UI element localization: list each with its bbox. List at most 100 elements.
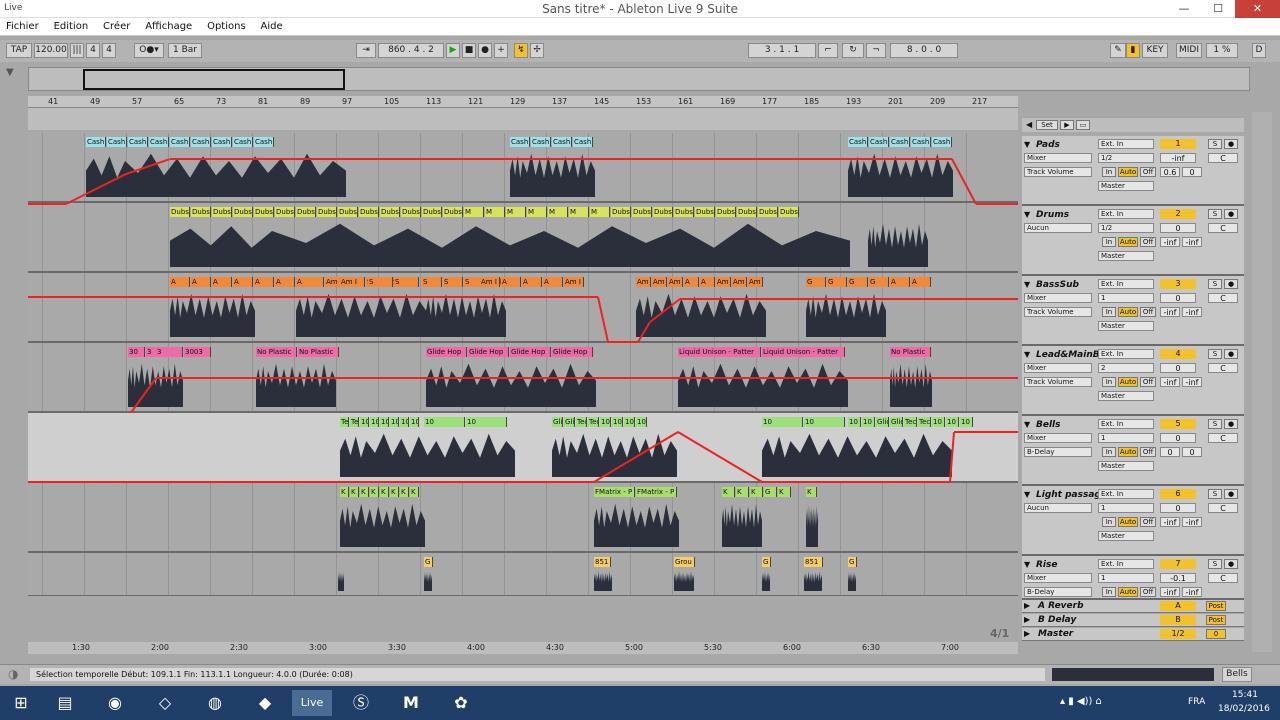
auto-button[interactable]: Auto bbox=[1118, 447, 1138, 457]
clip-label[interactable]: Dubs bbox=[275, 207, 295, 217]
clip-label[interactable]: Dubs bbox=[695, 207, 715, 217]
track-lane-5[interactable]: K K K K K K K K FMatrix - P FMatrix - PKKKGKK bbox=[28, 483, 1018, 553]
clip-label[interactable]: A bbox=[700, 277, 715, 287]
auto-button[interactable]: Auto bbox=[1118, 307, 1138, 317]
automation-line[interactable] bbox=[951, 158, 977, 205]
clip-label[interactable]: Cash bbox=[212, 137, 232, 147]
track-header[interactable]: ▼ Lead&MainB Ext. In Mixer 2 Track Volume In Au… bbox=[1022, 346, 1244, 416]
arm-icon[interactable]: ● bbox=[1224, 209, 1238, 219]
language-indicator[interactable]: FRA bbox=[1188, 697, 1205, 707]
track-lane-4[interactable]: Tech HousTech Hous1010101010101010Glide … bbox=[28, 413, 1018, 483]
clip-label[interactable]: Cash bbox=[191, 137, 211, 147]
clip-label[interactable]: Cash bbox=[848, 137, 868, 147]
clip-label[interactable]: Dubs bbox=[191, 207, 211, 217]
set-button[interactable]: Set bbox=[1036, 120, 1058, 130]
send-b-field[interactable]: -inf bbox=[1182, 307, 1202, 317]
punch-in-icon[interactable]: ⌐ bbox=[818, 43, 838, 58]
clip-label[interactable]: Cash bbox=[552, 137, 572, 147]
quantize-select[interactable]: 1 Bar bbox=[168, 43, 202, 58]
solo-button[interactable]: S bbox=[1208, 279, 1222, 289]
clip-label[interactable]: 3 bbox=[156, 347, 183, 357]
clip-label[interactable]: A bbox=[191, 277, 211, 287]
clip-label[interactable]: K bbox=[340, 487, 349, 497]
clip-label[interactable]: Grou bbox=[674, 557, 695, 567]
automation-line[interactable] bbox=[597, 296, 609, 343]
track-number[interactable]: 4 bbox=[1160, 349, 1196, 359]
track-name[interactable]: Drums bbox=[1036, 210, 1069, 220]
return-letter[interactable]: 1/2 bbox=[1160, 629, 1196, 639]
output-select[interactable]: Master bbox=[1098, 531, 1154, 541]
output-select[interactable]: Master bbox=[1098, 461, 1154, 471]
clip-label[interactable]: Dubs bbox=[653, 207, 673, 217]
post-button[interactable]: Post bbox=[1206, 601, 1226, 611]
clip-label[interactable]: Am I bbox=[480, 277, 500, 287]
clip-label[interactable]: Dubs bbox=[422, 207, 442, 217]
clip-label[interactable]: Tech Hous bbox=[350, 417, 359, 427]
punch-out-icon[interactable]: ¬ bbox=[866, 43, 886, 58]
clip-label[interactable]: M bbox=[527, 207, 547, 217]
clip-label[interactable]: Cash bbox=[531, 137, 551, 147]
clip-label[interactable]: 10 bbox=[960, 417, 973, 427]
midi-button[interactable]: MIDI bbox=[1176, 43, 1202, 58]
send-a-field[interactable]: -inf bbox=[1160, 377, 1180, 387]
clip-label[interactable]: 10 bbox=[360, 417, 369, 427]
clip-label[interactable]: 10 bbox=[600, 417, 611, 427]
clip-label[interactable]: 30 bbox=[128, 347, 145, 357]
clip-label[interactable]: M bbox=[548, 207, 568, 217]
clip-label[interactable]: Glide Hop bbox=[552, 347, 593, 357]
input-select[interactable]: Ext. In bbox=[1098, 139, 1154, 149]
channel-select[interactable]: 1 bbox=[1098, 573, 1154, 583]
solo-button[interactable]: S bbox=[1208, 209, 1222, 219]
track-name[interactable]: Rise bbox=[1036, 560, 1057, 570]
track-header[interactable]: ▼ BassSub Ext. In Mixer 1 Track Volume In Auto O… bbox=[1022, 276, 1244, 346]
pan-field[interactable]: C bbox=[1208, 503, 1238, 513]
in-button[interactable]: In bbox=[1102, 377, 1116, 387]
fold-icon[interactable]: ▼ bbox=[1024, 420, 1034, 429]
clip-label[interactable]: Cash bbox=[890, 137, 910, 147]
clip-label[interactable]: Tech Hous bbox=[576, 417, 587, 427]
channel-select[interactable]: 1 bbox=[1098, 433, 1154, 443]
send-b-field[interactable]: -inf bbox=[1182, 517, 1202, 527]
clip-label[interactable]: A bbox=[212, 277, 232, 287]
send-b-field[interactable]: -inf bbox=[1182, 587, 1202, 597]
clip-label[interactable]: M bbox=[506, 207, 526, 217]
position-field[interactable]: 860 . 4 . 2 bbox=[378, 43, 444, 58]
clip-label[interactable]: Dubs bbox=[233, 207, 253, 217]
channel-select[interactable]: 1/2 bbox=[1098, 223, 1154, 233]
send-a-field[interactable]: -inf bbox=[1160, 307, 1180, 317]
track-number[interactable]: 2 bbox=[1160, 209, 1196, 219]
in-button[interactable]: In bbox=[1102, 517, 1116, 527]
clip-label[interactable]: G bbox=[848, 557, 857, 567]
off-button[interactable]: Off bbox=[1140, 307, 1156, 317]
clip-label[interactable]: Dubs bbox=[359, 207, 379, 217]
input-select[interactable]: Ext. In bbox=[1098, 489, 1154, 499]
menu-creer[interactable]: Créer bbox=[97, 18, 136, 36]
clip-label[interactable]: K bbox=[736, 487, 749, 497]
arm-icon[interactable]: ● bbox=[1224, 489, 1238, 499]
off-button[interactable]: Off bbox=[1140, 377, 1156, 387]
metronome-icon[interactable]: ||| bbox=[70, 43, 84, 58]
clip-label[interactable]: G bbox=[806, 277, 826, 287]
clip-label[interactable]: Glide Hop bbox=[510, 347, 551, 357]
automation-line[interactable] bbox=[156, 377, 1018, 379]
loop-start-field[interactable]: 3 . 1 . 1 bbox=[748, 43, 816, 58]
clip-label[interactable]: 10 bbox=[410, 417, 419, 427]
close-button[interactable]: ✕ bbox=[1235, 0, 1280, 18]
fold-icon[interactable]: ▼ bbox=[1024, 350, 1034, 359]
info-icon[interactable]: ◑ bbox=[8, 667, 18, 681]
clip-label[interactable]: A bbox=[233, 277, 253, 287]
clip-label[interactable]: Dubs bbox=[317, 207, 337, 217]
clip-label[interactable]: K bbox=[750, 487, 763, 497]
clip-label[interactable]: Cash bbox=[510, 137, 530, 147]
clip-label[interactable]: M bbox=[590, 207, 610, 217]
channel-select[interactable]: 1 bbox=[1098, 503, 1154, 513]
volume-field[interactable]: 0 bbox=[1160, 433, 1196, 443]
clip-label[interactable]: 10 bbox=[624, 417, 635, 427]
track-name[interactable]: Pads bbox=[1036, 140, 1060, 150]
routing-select[interactable]: Aucun bbox=[1024, 223, 1092, 233]
clip-label[interactable]: S bbox=[443, 277, 463, 287]
clip-label[interactable]: S bbox=[368, 277, 393, 287]
clip-label[interactable]: 3003 bbox=[184, 347, 211, 357]
clip-label[interactable]: Cash bbox=[573, 137, 593, 147]
automation-line[interactable] bbox=[28, 296, 598, 298]
